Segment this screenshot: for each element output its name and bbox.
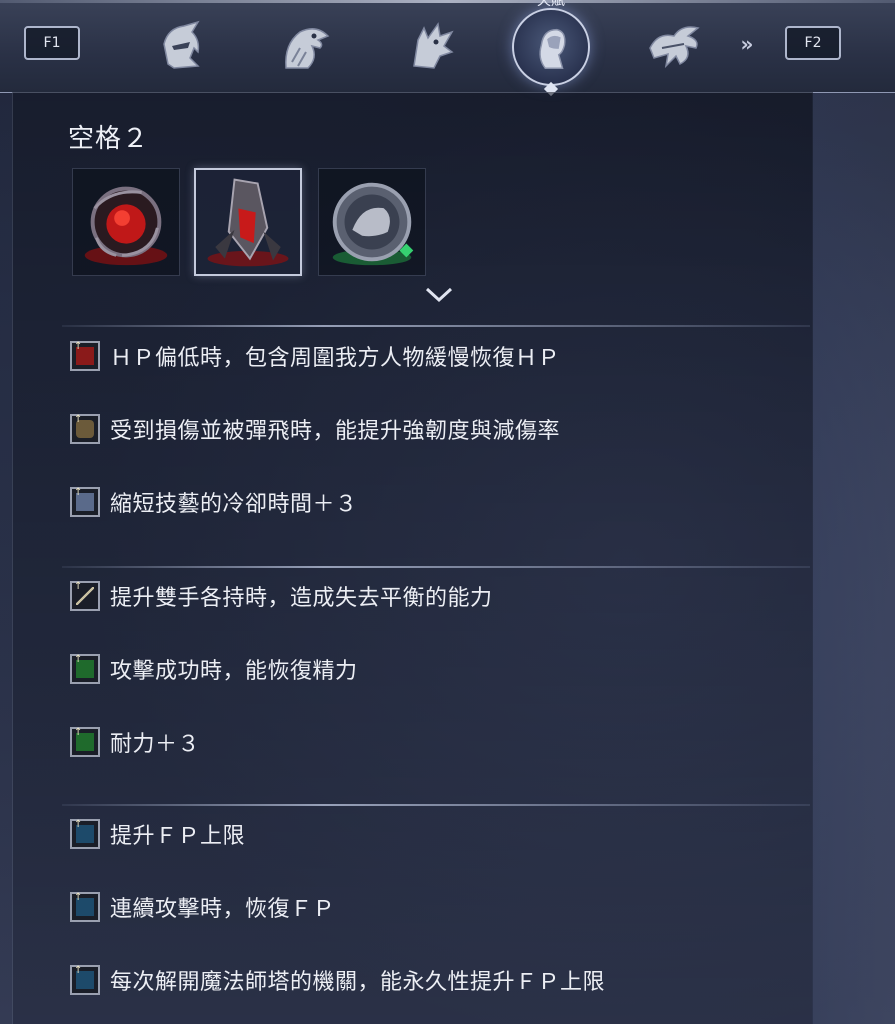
slot-title: 空格２	[68, 124, 150, 154]
blue-square-icon: ↑	[70, 819, 100, 849]
blue-square-icon: ↑	[70, 965, 100, 995]
f2-key-button[interactable]: F2	[785, 26, 841, 60]
effect-row-1: ↑ ＨＰ偏低時，包含周圍我方人物緩慢恢復ＨＰ	[70, 338, 560, 374]
tab-bar-highlight	[0, 0, 895, 3]
dragon-emblem-icon	[649, 26, 700, 69]
tab-dragon[interactable]	[642, 14, 706, 78]
effect-row-6: ↑ 耐力＋３	[70, 724, 200, 760]
f1-key-button[interactable]: F1	[24, 26, 80, 60]
green-square-icon: ↑	[70, 654, 100, 684]
slot-item-1[interactable]	[72, 168, 180, 276]
effect-text: 提升雙手各持時，造成失去平衡的能力	[110, 586, 493, 611]
green-square-icon: ↑	[70, 727, 100, 757]
tab-knight[interactable]	[150, 14, 214, 78]
sparkle-icon: ↑	[70, 487, 100, 517]
chevron-down-icon[interactable]	[424, 286, 454, 304]
effect-row-7: ↑ 提升ＦＰ上限	[70, 816, 245, 852]
effect-text: 每次解開魔法師塔的機關，能永久性提升ＦＰ上限	[110, 970, 606, 995]
tab-wolf[interactable]	[400, 14, 464, 78]
effect-row-8: ↑ 連續攻擊時，恢復ＦＰ	[70, 889, 335, 925]
effect-text: 受到損傷並被彈飛時，能提升強韌度與減傷率	[110, 419, 561, 444]
wolf-head-icon	[413, 22, 454, 69]
slot-item-3[interactable]	[318, 168, 426, 276]
effect-text: 耐力＋３	[110, 732, 201, 757]
effect-text: 提升ＦＰ上限	[110, 824, 246, 849]
effect-text: 連續攻擊時，恢復ＦＰ	[110, 897, 336, 922]
effect-text: 攻擊成功時，能恢復精力	[110, 659, 358, 684]
background-glow	[812, 92, 895, 1024]
next-tab-chevron-icon[interactable]: »	[733, 30, 761, 58]
red-square-icon: ↑	[70, 341, 100, 371]
tab-woman-active[interactable]	[512, 8, 590, 86]
slot-item-2[interactable]	[194, 168, 302, 276]
effect-text: 縮短技藝的冷卻時間＋３	[110, 492, 358, 517]
effect-row-5: ↑ 攻擊成功時，能恢復精力	[70, 651, 358, 687]
tab-bar: F1 天賦 » F2	[0, 0, 895, 97]
knight-helmet-icon	[163, 20, 200, 69]
sword-icon: ↑	[70, 581, 100, 611]
woman-profile-icon	[539, 28, 566, 69]
tab-eagle[interactable]	[274, 14, 338, 78]
divider	[62, 325, 810, 327]
effect-row-9: ↑ 每次解開魔法師塔的機關，能永久性提升ＦＰ上限	[70, 962, 605, 998]
effect-text: ＨＰ偏低時，包含周圍我方人物緩慢恢復ＨＰ	[110, 346, 561, 371]
silver-medallion-icon	[332, 182, 414, 266]
eagle-head-icon	[285, 28, 330, 69]
red-crystal-shard-icon	[207, 178, 289, 267]
active-tab-label: 天賦	[521, 0, 581, 6]
red-orb-thorns-icon	[84, 186, 168, 266]
divider	[62, 566, 810, 568]
effect-row-4: ↑ 提升雙手各持時，造成失去平衡的能力	[70, 578, 493, 614]
divider	[62, 804, 810, 806]
effect-row-3: ↑ 縮短技藝的冷卻時間＋３	[70, 484, 358, 520]
blue-square-icon: ↑	[70, 892, 100, 922]
effect-row-2: ↑ 受到損傷並被彈飛時，能提升強韌度與減傷率	[70, 411, 560, 447]
armor-icon: ↑	[70, 414, 100, 444]
